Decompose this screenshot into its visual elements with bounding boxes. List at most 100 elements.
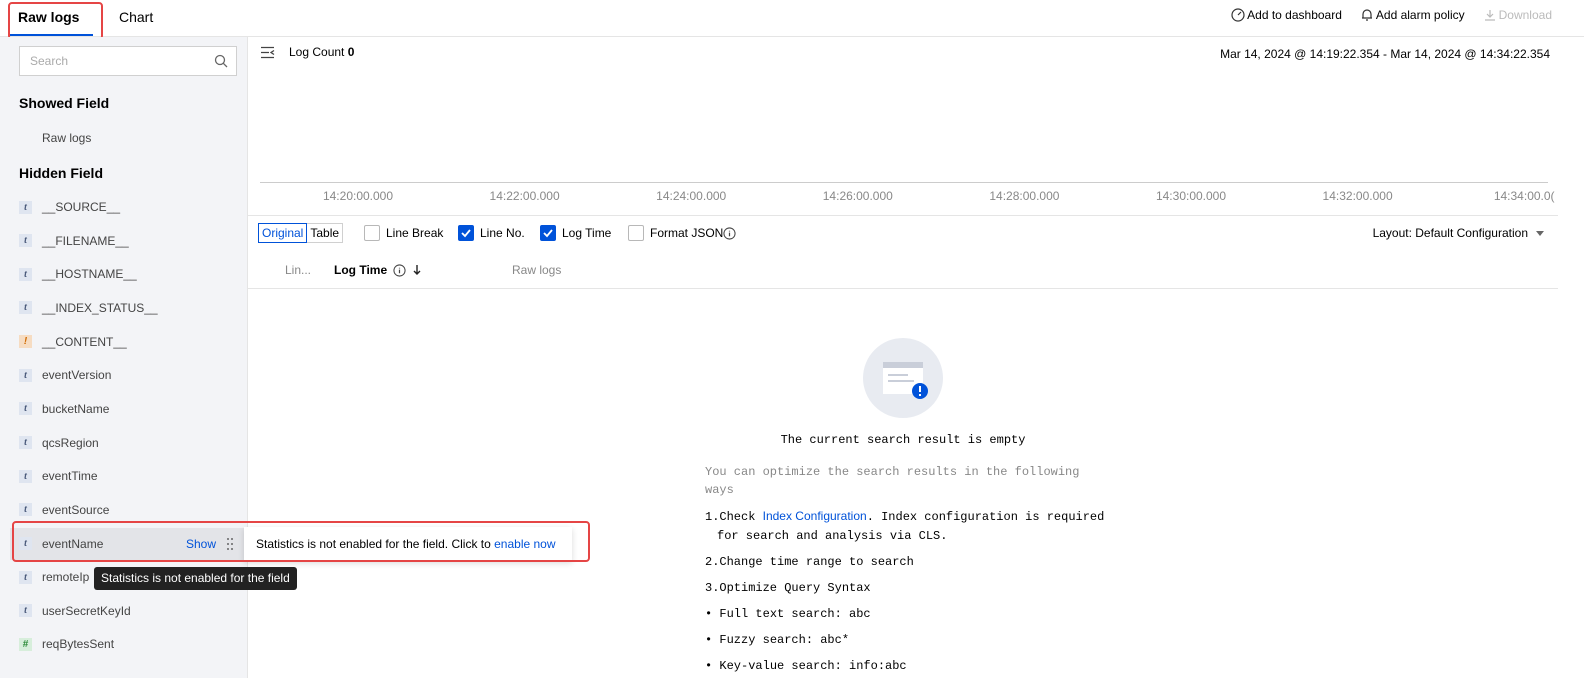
sort-down-icon[interactable] [412, 264, 422, 276]
show-field-button[interactable]: Show [186, 537, 216, 551]
empty-step-2: 2.Change time range to search [705, 555, 914, 569]
search-icon[interactable] [214, 54, 228, 68]
download-button[interactable]: Download [1483, 8, 1552, 22]
view-table-button[interactable]: Table [307, 224, 342, 242]
checkbox-unchecked-icon [364, 225, 380, 241]
header-actions: Add to dashboard Add alarm policy Downlo… [1231, 8, 1552, 22]
syntax-bullet-2: • Fuzzy search: abc* [705, 633, 850, 647]
x-axis-tick-label: 14:28:00.000 [989, 189, 1060, 203]
hidden-field-item[interactable]: t __SOURCE__ [10, 191, 246, 223]
hidden-field-item[interactable]: t eventSource [10, 494, 246, 526]
hidden-field-item[interactable]: t eventTime [10, 460, 246, 492]
add-to-dashboard-button[interactable]: Add to dashboard [1231, 8, 1342, 22]
log-time-checkbox[interactable]: Log Time [540, 225, 611, 241]
hidden-field-item[interactable]: t eventName Show [10, 527, 246, 560]
showed-field-raw-logs[interactable]: Raw logs [42, 131, 91, 145]
hidden-field-item[interactable]: t __HOSTNAME__ [10, 258, 246, 290]
step1-prefix: 1.Check [705, 510, 763, 524]
index-configuration-link[interactable]: Index Configuration [763, 509, 867, 523]
col-log-time[interactable]: Log Time [334, 263, 422, 277]
download-icon [1484, 10, 1495, 21]
main-panel: Log Count 0 Mar 14, 2024 @ 14:19:22.354 … [248, 37, 1584, 678]
bullet-1-text: Full text search: abc [719, 607, 871, 621]
drag-handle-icon[interactable] [226, 537, 234, 551]
field-name: eventVersion [42, 368, 112, 383]
x-axis-tick-label: 14:26:00.000 [822, 189, 893, 203]
line-no-label: Line No. [480, 226, 525, 240]
text-type-icon: t [19, 402, 32, 416]
text-type-icon: t [19, 267, 32, 281]
number-type-icon: # [19, 637, 32, 651]
col-raw-logs[interactable]: Raw logs [512, 263, 561, 277]
hidden-field-item[interactable]: t eventVersion [10, 359, 246, 391]
line-break-checkbox[interactable]: Line Break [364, 225, 443, 241]
active-tab-indicator [10, 34, 94, 36]
empty-result-icon [863, 338, 943, 418]
text-type-icon: t [19, 570, 32, 584]
x-axis-tick-label: 14:24:00.000 [656, 189, 727, 203]
time-range-label: Mar 14, 2024 @ 14:19:22.354 - Mar 14, 20… [1220, 47, 1550, 61]
hidden-field-item[interactable]: t bucketName [10, 393, 246, 425]
empty-step-3: 3.Optimize Query Syntax [705, 581, 871, 595]
x-axis-tick-label: 14:20:00.000 [322, 189, 394, 203]
checkbox-checked-icon [540, 225, 556, 241]
caret-down-icon [1536, 230, 1544, 236]
log-count-row: Log Count 0 [260, 45, 354, 59]
col-line-no[interactable]: Lin... [285, 263, 311, 277]
syntax-bullet-3: • Key-value search: info:abc [705, 659, 907, 673]
field-search [19, 46, 237, 76]
divider [248, 215, 1558, 216]
layout-select[interactable]: Layout: Default Configuration [1373, 226, 1544, 240]
display-options-bar: Original Table Line Break Line No. Log T… [258, 223, 1554, 249]
text-type-icon: t [19, 503, 32, 517]
format-json-label: Format JSON [650, 226, 724, 240]
text-type-icon: t [19, 368, 32, 382]
hidden-field-item[interactable]: t qcsRegion [10, 427, 246, 459]
x-axis-tick-label: 14:30:00.000 [1155, 189, 1227, 203]
log-histogram: 14:20:00.000 14:22:00.000 14:24:00.000 14:2… [260, 73, 1555, 213]
field-search-input[interactable] [20, 47, 205, 75]
tab-raw-logs-label: Raw logs [18, 9, 80, 25]
text-type-icon: t [19, 469, 32, 483]
empty-step-1: 1.Check Index Configuration. Index confi… [705, 507, 1125, 545]
text-type-icon: t [19, 604, 32, 618]
info-icon[interactable] [393, 263, 406, 277]
field-name: userSecretKeyId [42, 603, 131, 618]
view-original-button[interactable]: Original [258, 223, 308, 243]
log-count-label: Log Count [289, 45, 345, 59]
bullet-2-text: Fuzzy search: abc* [719, 633, 850, 647]
dashboard-gauge-icon [1231, 8, 1245, 22]
field-name: __FILENAME__ [42, 233, 129, 248]
hidden-field-item[interactable]: t __INDEX_STATUS__ [10, 292, 246, 324]
hidden-field-item[interactable]: t userSecretKeyId [10, 595, 246, 627]
hidden-field-item[interactable]: # reqBytesSent [10, 628, 246, 660]
hidden-field-item[interactable]: t __FILENAME__ [10, 225, 246, 257]
popover-text: Statistics is not enabled for the field.… [256, 537, 495, 551]
enable-now-link[interactable]: enable now [494, 537, 555, 551]
add-alarm-policy-label: Add alarm policy [1375, 8, 1465, 22]
log-count-value: 0 [347, 45, 355, 59]
bell-icon [1361, 9, 1372, 21]
step1-continuation: for search and analysis via CLS. [717, 529, 948, 543]
tab-raw-logs[interactable]: Raw logs [10, 0, 94, 36]
x-axis-tick-label: 14:22:00.000 [489, 189, 560, 203]
field-name: reqBytesSent [42, 637, 115, 652]
empty-subtitle: You can optimize the search results in t… [705, 465, 1080, 497]
syntax-bullet-1: • Full text search: abc [705, 607, 871, 621]
info-icon[interactable] [723, 226, 736, 240]
log-table-header: Lin... Log Time Raw logs [248, 253, 1558, 289]
collapse-menu-icon[interactable] [260, 46, 275, 59]
hidden-field-item[interactable]: ! __CONTENT__ [10, 326, 246, 358]
empty-title: The current search result is empty [780, 433, 1026, 447]
field-name: __INDEX_STATUS__ [42, 300, 158, 315]
add-alarm-policy-button[interactable]: Add alarm policy [1360, 8, 1465, 22]
field-name: eventName [42, 536, 104, 551]
field-name: bucketName [42, 401, 110, 416]
line-break-label: Line Break [386, 226, 444, 240]
tab-chart[interactable]: Chart [119, 0, 153, 36]
field-name: __SOURCE__ [42, 200, 121, 214]
field-name: eventTime [42, 469, 98, 484]
line-no-checkbox[interactable]: Line No. [458, 225, 525, 241]
format-json-checkbox[interactable]: Format JSON [628, 225, 736, 241]
step1-suffix: . Index configuration is required [866, 510, 1105, 524]
